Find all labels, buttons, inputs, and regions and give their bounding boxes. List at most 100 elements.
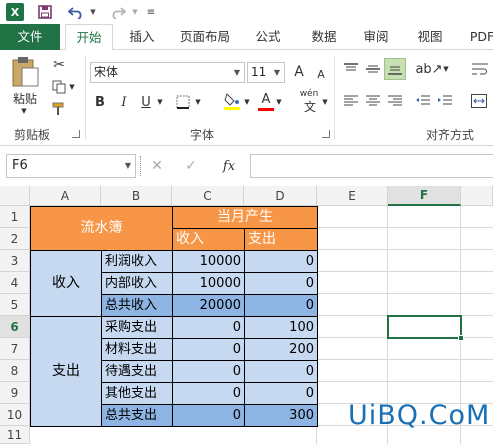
cut-icon[interactable]: ✂ <box>50 56 68 74</box>
row-header-7[interactable]: 7 <box>0 338 30 360</box>
row-header-8[interactable]: 8 <box>0 360 30 382</box>
underline-dropdown-icon[interactable]: ▼ <box>156 92 164 112</box>
cell-b6-label[interactable]: 采购支出 <box>101 316 173 339</box>
borders-icon[interactable] <box>174 92 192 112</box>
cell-d2-expense[interactable]: 支出 <box>244 228 318 251</box>
column-header-c[interactable]: C <box>172 186 244 206</box>
font-size-dropdown-icon[interactable]: ▼ <box>270 63 284 82</box>
cell-c8-income[interactable]: 0 <box>172 360 245 383</box>
tab-page-layout[interactable]: 页面布局 <box>172 24 238 50</box>
tab-insert[interactable]: 插入 <box>122 24 162 50</box>
wrap-text-icon[interactable] <box>470 60 490 78</box>
tab-data[interactable]: 数据 <box>304 24 344 50</box>
row-header-3[interactable]: 3 <box>0 250 30 272</box>
tab-view[interactable]: 视图 <box>410 24 450 50</box>
redo-dropdown-icon[interactable]: ▼ <box>131 3 139 21</box>
cell-d8-expense[interactable]: 0 <box>244 360 318 383</box>
cancel-icon[interactable]: ✕ <box>148 156 166 176</box>
paste-button[interactable]: 粘贴 <box>8 90 42 106</box>
cell-c6-income[interactable]: 0 <box>172 316 245 339</box>
align-right-icon[interactable] <box>386 92 404 110</box>
formula-bar-grip[interactable] <box>140 156 142 176</box>
underline-button[interactable]: U <box>138 92 154 112</box>
name-box-dropdown-icon[interactable]: ▼ <box>125 155 131 177</box>
tab-pdf[interactable]: PDF <box>462 24 493 50</box>
align-top-icon[interactable] <box>342 60 360 78</box>
customize-qat-icon[interactable]: ≡ <box>146 3 156 21</box>
save-icon[interactable] <box>36 3 54 21</box>
phonetic-dropdown-icon[interactable]: ▼ <box>321 92 329 112</box>
grow-font-button[interactable]: A <box>290 62 308 82</box>
italic-button[interactable]: I <box>116 92 132 112</box>
paste-icon[interactable] <box>8 56 42 88</box>
tab-formulas[interactable]: 公式 <box>248 24 288 50</box>
copy-icon[interactable] <box>50 78 68 96</box>
cell-c9-income[interactable]: 0 <box>172 382 245 405</box>
row-header-11[interactable]: 11 <box>0 426 30 444</box>
row-header-4[interactable]: 4 <box>0 272 30 294</box>
cell-b7-label[interactable]: 材料支出 <box>101 338 173 361</box>
row-header-6[interactable]: 6 <box>0 316 30 338</box>
fill-handle[interactable] <box>458 335 464 341</box>
row-header-9[interactable]: 9 <box>0 382 30 404</box>
align-center-icon[interactable] <box>364 92 382 110</box>
cell-a1-title[interactable]: 流水簿 <box>30 206 173 251</box>
cell-d5-expense[interactable]: 0 <box>244 294 318 317</box>
decrease-indent-icon[interactable] <box>414 92 432 110</box>
column-header-f[interactable]: F <box>388 186 461 206</box>
cell-a3-income-group[interactable]: 收入 <box>30 250 102 317</box>
enter-icon[interactable]: ✓ <box>182 156 200 176</box>
font-launcher-icon[interactable] <box>322 130 330 138</box>
cell-d9-expense[interactable]: 0 <box>244 382 318 405</box>
cell-c10-income[interactable]: 0 <box>172 404 245 427</box>
cell-b4-label[interactable]: 内部收入 <box>101 272 173 295</box>
formula-input[interactable] <box>250 154 493 178</box>
insert-function-button[interactable]: fx <box>218 156 240 176</box>
row-header-1[interactable]: 1 <box>0 206 30 228</box>
cell-b8-label[interactable]: 待遇支出 <box>101 360 173 383</box>
column-header-b[interactable]: B <box>101 186 172 206</box>
cell-b9-label[interactable]: 其他支出 <box>101 382 173 405</box>
cell-c5-income[interactable]: 20000 <box>172 294 245 317</box>
font-color-button[interactable]: A <box>258 90 274 108</box>
tab-file[interactable]: 文件 <box>0 24 60 50</box>
cell-d10-expense[interactable]: 300 <box>244 404 318 427</box>
format-painter-icon[interactable] <box>50 100 68 118</box>
cell-d4-expense[interactable]: 0 <box>244 272 318 295</box>
column-header-d[interactable]: D <box>244 186 317 206</box>
cell-b3-label[interactable]: 利润收入 <box>101 250 173 273</box>
font-name-select[interactable]: 宋体 ▼ <box>90 62 245 83</box>
tab-review[interactable]: 审阅 <box>356 24 396 50</box>
cell-c3-income[interactable]: 10000 <box>172 250 245 273</box>
font-color-dropdown-icon[interactable]: ▼ <box>275 92 283 112</box>
fill-color-dropdown-icon[interactable]: ▼ <box>243 92 251 112</box>
row-header-5[interactable]: 5 <box>0 294 30 316</box>
borders-dropdown-icon[interactable]: ▼ <box>194 92 202 112</box>
cell-a6-expense-group[interactable]: 支出 <box>30 316 102 427</box>
align-middle-icon[interactable] <box>364 60 382 78</box>
cell-d3-expense[interactable]: 0 <box>244 250 318 273</box>
cell-c7-income[interactable]: 0 <box>172 338 245 361</box>
redo-icon[interactable] <box>108 3 128 21</box>
cell-c2-income[interactable]: 收入 <box>172 228 245 251</box>
orientation-icon[interactable]: ab↗ <box>415 60 442 78</box>
orientation-dropdown-icon[interactable]: ▼ <box>442 60 450 78</box>
cell-d7-expense[interactable]: 200 <box>244 338 318 361</box>
undo-dropdown-icon[interactable]: ▼ <box>89 3 97 21</box>
paste-dropdown-icon[interactable]: ▼ <box>18 106 30 116</box>
font-size-select[interactable]: 11 ▼ <box>247 62 285 83</box>
select-all-corner[interactable] <box>0 186 30 206</box>
cell-c4-income[interactable]: 10000 <box>172 272 245 295</box>
copy-dropdown-icon[interactable]: ▼ <box>68 78 76 96</box>
active-cell-f6[interactable] <box>387 315 462 339</box>
increase-indent-icon[interactable] <box>436 92 454 110</box>
row-header-2[interactable]: 2 <box>0 228 30 250</box>
font-name-dropdown-icon[interactable]: ▼ <box>230 63 244 82</box>
name-box[interactable]: F6 ▼ <box>6 154 136 178</box>
bold-button[interactable]: B <box>92 92 108 112</box>
tab-home[interactable]: 开始 <box>65 24 113 51</box>
undo-icon[interactable] <box>66 3 86 21</box>
column-header-a[interactable]: A <box>30 186 101 206</box>
row-header-10[interactable]: 10 <box>0 404 30 426</box>
align-left-icon[interactable] <box>342 92 360 110</box>
